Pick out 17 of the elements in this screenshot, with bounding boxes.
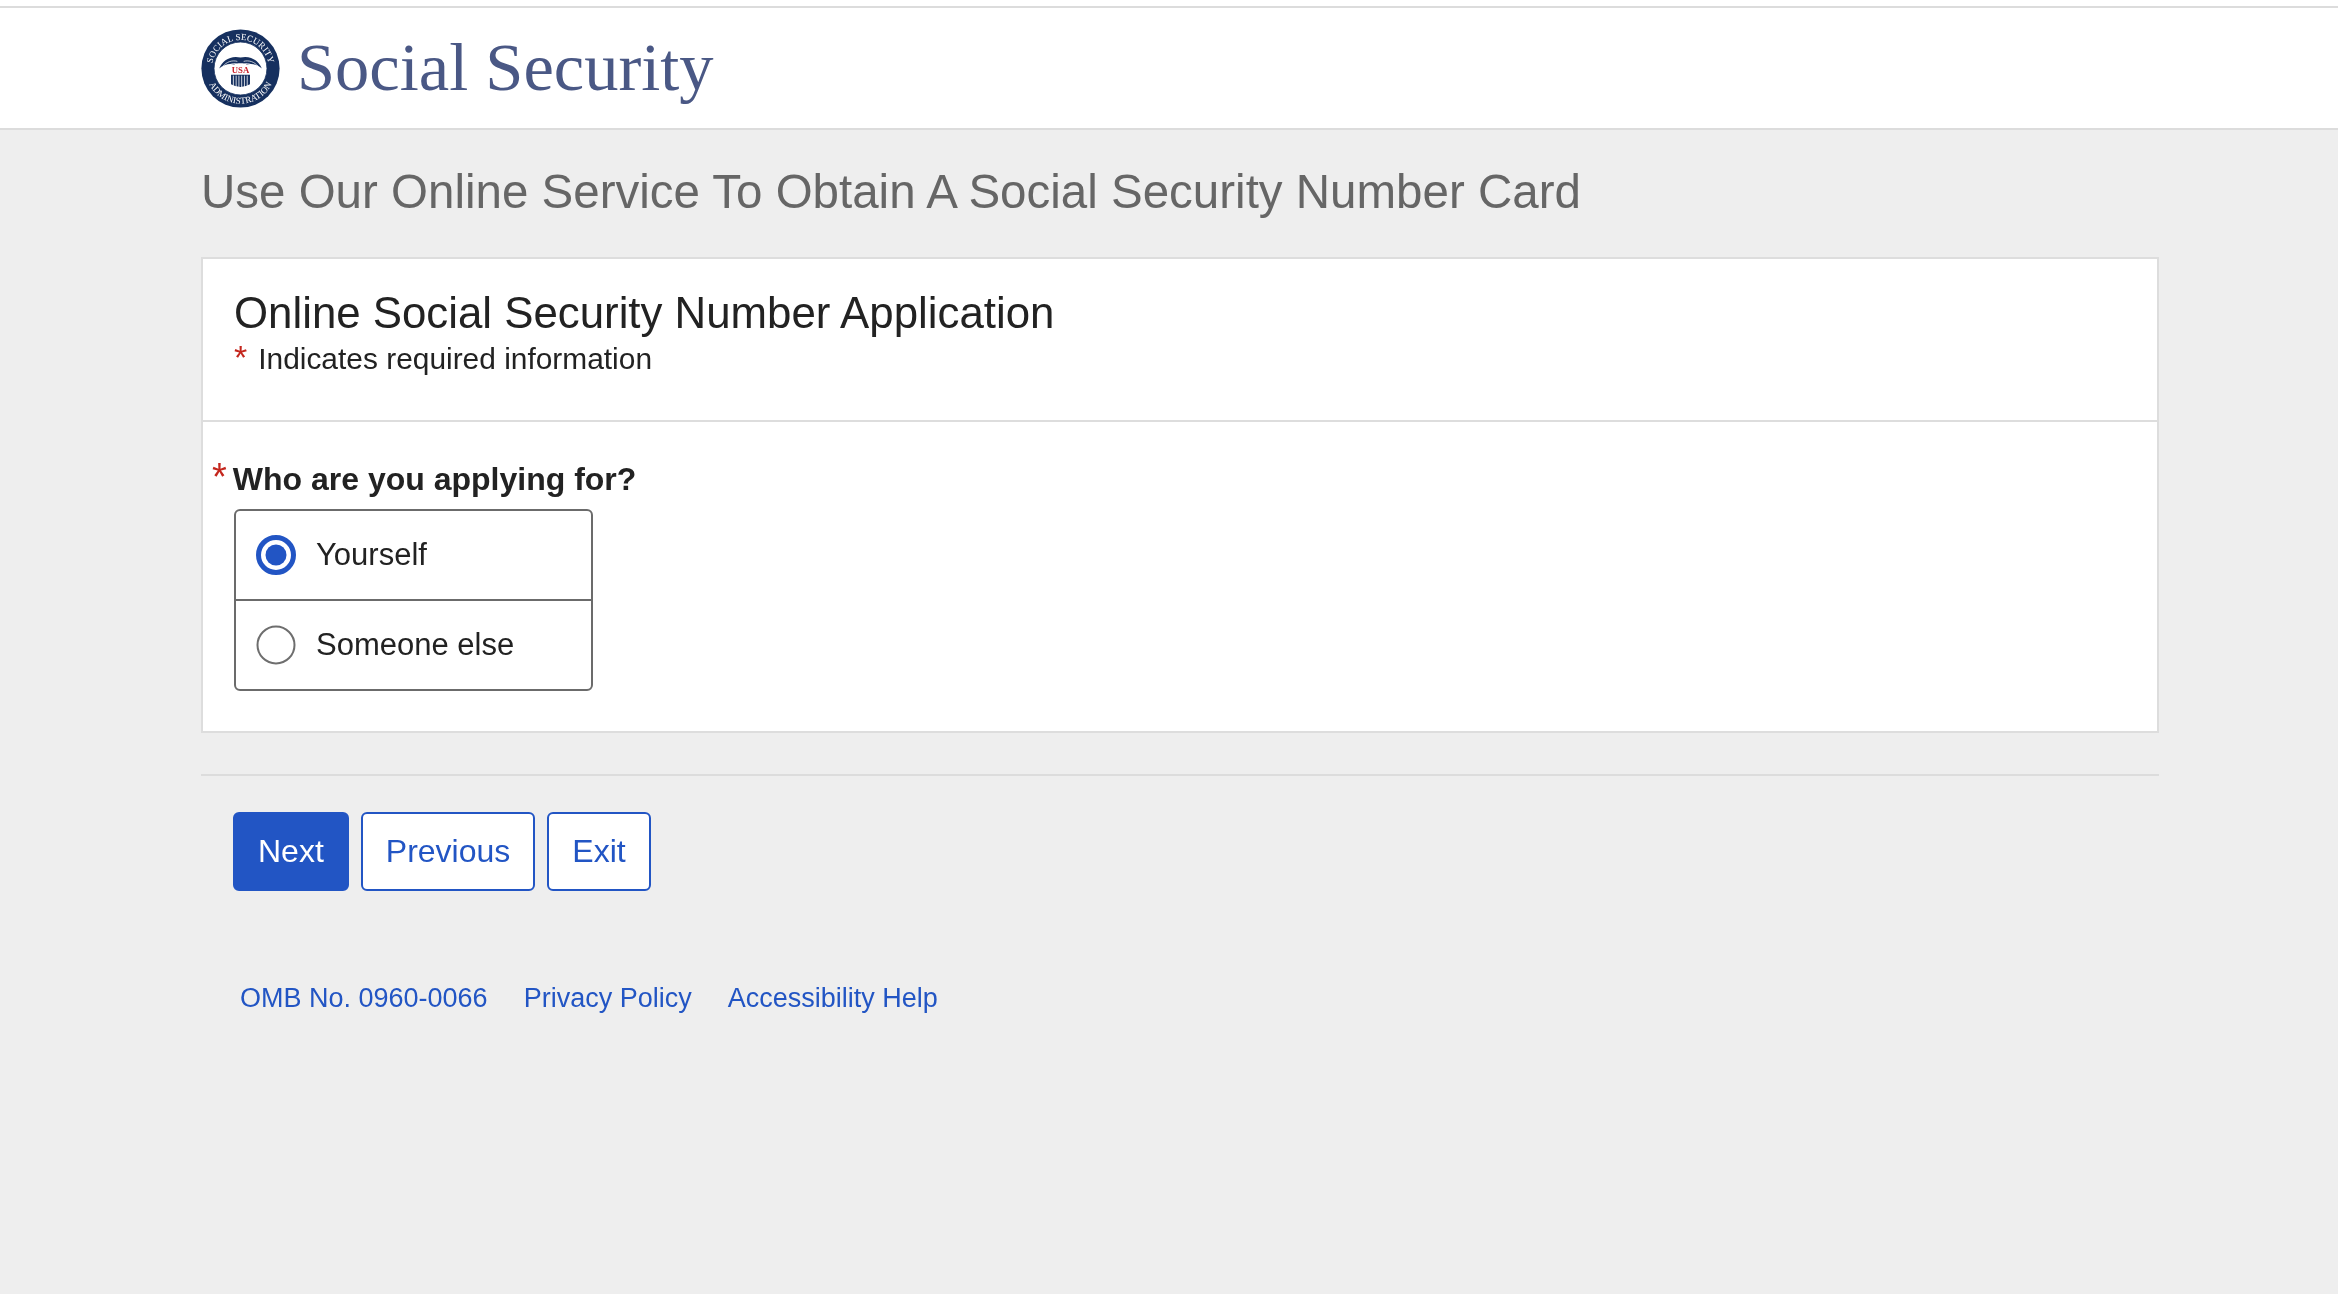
radio-label[interactable]: Yourself	[316, 536, 427, 574]
secondary-button[interactable]: Previous	[360, 812, 536, 891]
required-asterisk: *	[234, 339, 248, 375]
footer-link[interactable]: Privacy Policy	[523, 980, 692, 1016]
footer-link[interactable]: Accessibility Help	[727, 980, 938, 1016]
required-asterisk: *	[212, 457, 227, 497]
form-title: Online Social Security Number Application	[234, 287, 1056, 339]
required-note: Indicates required information	[258, 341, 652, 377]
secondary-button[interactable]: Exit	[547, 812, 651, 891]
footer-link[interactable]: OMB No. 0960-0066	[240, 980, 488, 1016]
agency-name: Social Security	[297, 28, 714, 107]
radio-button[interactable]	[256, 535, 296, 575]
radio-button[interactable]	[256, 625, 296, 665]
page-title: Use Our Online Service To Obtain A Social Security Number Card	[201, 164, 1582, 220]
question-label: Who are you applying for?	[232, 460, 637, 499]
radio-label[interactable]: Someone else	[316, 626, 515, 664]
next-button[interactable]: Next	[233, 812, 349, 891]
